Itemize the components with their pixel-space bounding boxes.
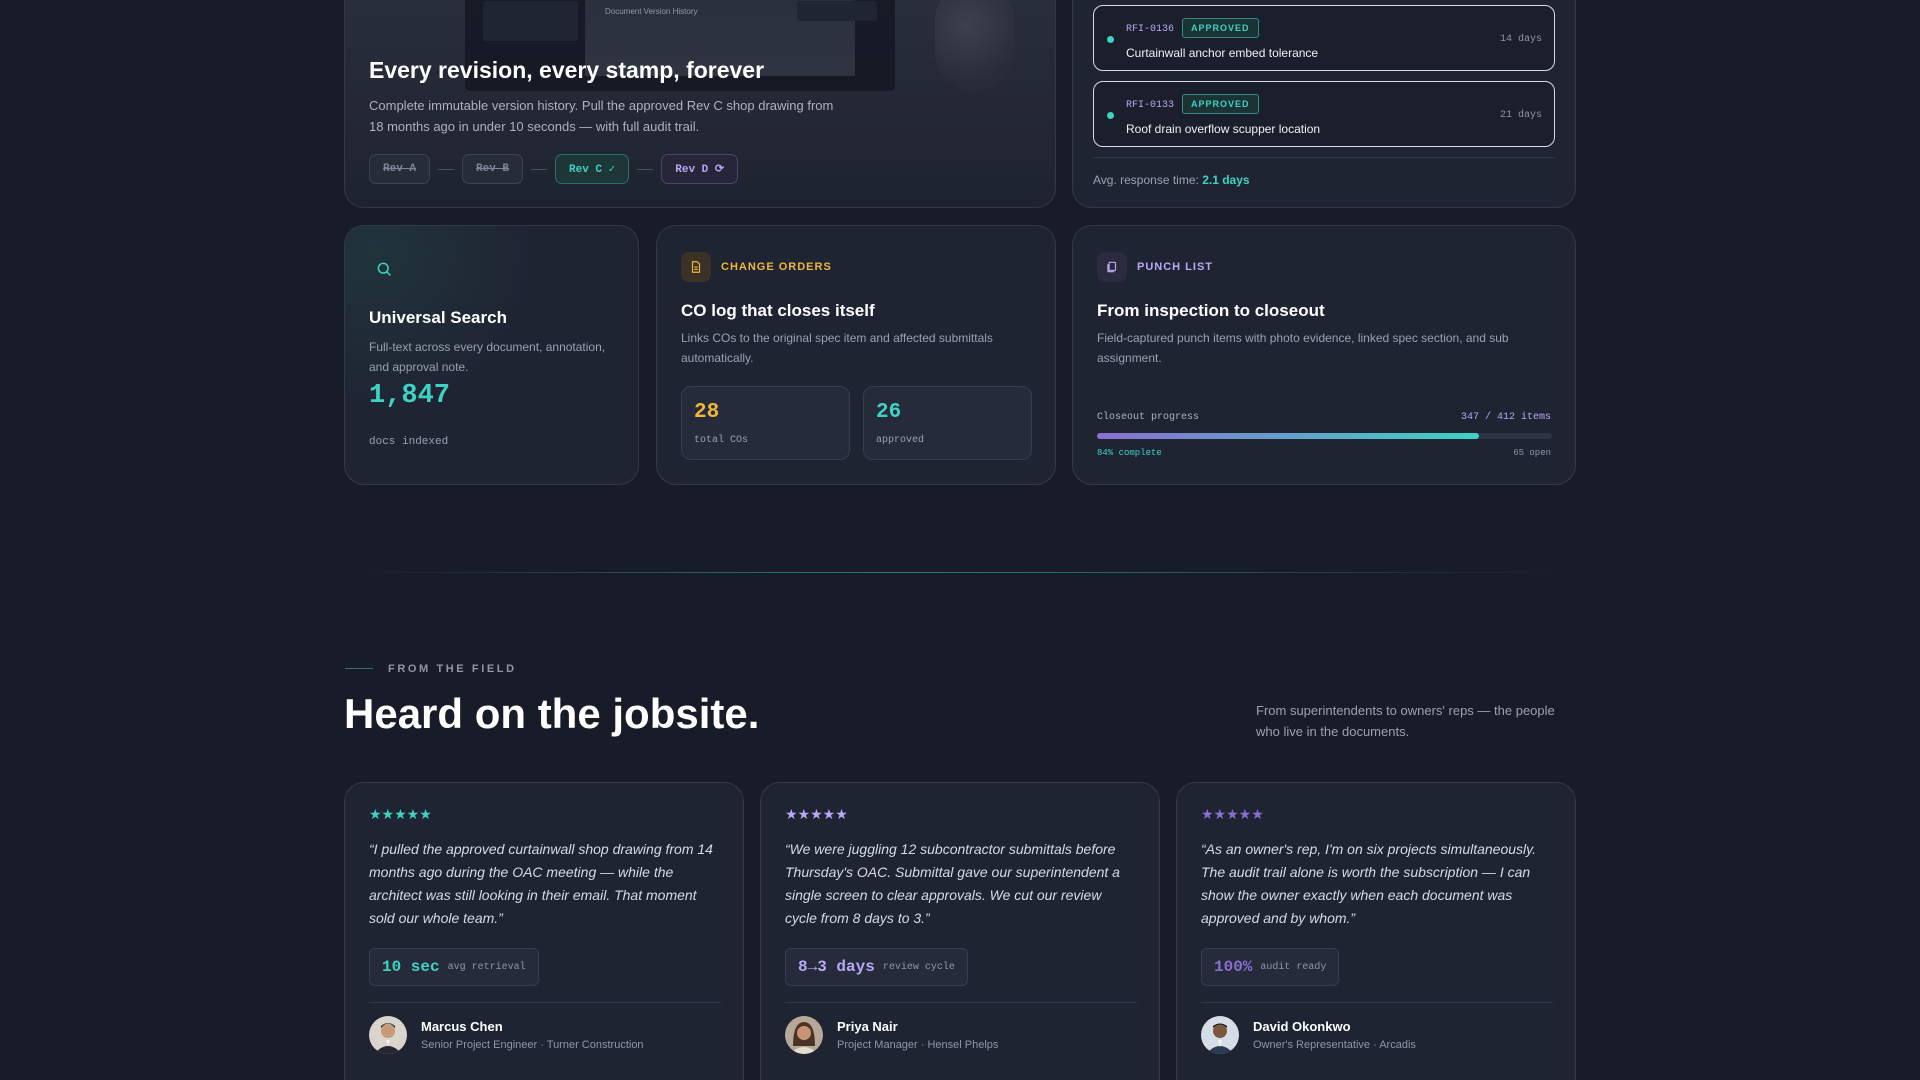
testimonial-card: ★★★★★ “I pulled the approved curtainwall…: [344, 782, 744, 1080]
revision-connector: [531, 168, 548, 170]
metric-label: audit ready: [1260, 961, 1327, 973]
divider: [1201, 1002, 1553, 1003]
coffee-cup-image: [935, 0, 1015, 91]
status-badge: APPROVED: [1182, 18, 1259, 38]
metric-label: avg retrieval: [447, 961, 526, 973]
rfi-age: 14 days: [1499, 34, 1542, 45]
metric-value: 8→3 days: [798, 958, 875, 976]
testimonial-quote: “I pulled the approved curtainwall shop …: [369, 841, 713, 926]
document-icon: [681, 252, 711, 282]
avg-response-label: Avg. response time:: [1093, 173, 1199, 187]
status-dot: [1107, 112, 1114, 119]
person-role: Project Manager · Hensel Phelps: [837, 1039, 999, 1051]
section-title: Heard on the jobsite.: [344, 690, 760, 737]
screen-title: Document Version History: [605, 7, 698, 16]
status-dot: [1107, 36, 1114, 43]
screen-sidebar: [483, 1, 578, 41]
card-tag: PUNCH LIST: [1137, 261, 1213, 273]
progress-label: Closeout progress: [1097, 412, 1200, 423]
change-orders-card: CHANGE ORDERS CO log that closes itself …: [656, 225, 1056, 485]
person-name: David Okonkwo: [1253, 1019, 1351, 1034]
avatar: [785, 1016, 823, 1054]
avg-response-value: 2.1 days: [1202, 173, 1250, 187]
status-badge: APPROVED: [1182, 94, 1259, 114]
revision-chip-b[interactable]: Rev B: [462, 154, 524, 184]
metric-badge: 10 sec avg retrieval: [369, 948, 539, 986]
progress-percent: 84% complete: [1097, 448, 1162, 458]
rfi-subject: Roof drain overflow scupper location: [1126, 122, 1321, 136]
avatar: [1201, 1016, 1239, 1054]
star-rating: ★★★★★: [785, 807, 848, 821]
progress-fill: [1097, 433, 1480, 439]
revision-timeline: Rev A Rev B Rev C ✓ Rev D ⟳: [369, 154, 739, 184]
eyebrow-line: [345, 668, 373, 669]
closeout-progress-bar: [1097, 433, 1552, 439]
docs-indexed-label: docs indexed: [369, 436, 449, 448]
stat-label: total COs: [694, 435, 749, 446]
card-title: Universal Search: [369, 308, 507, 327]
metric-badge: 100% audit ready: [1201, 948, 1340, 986]
divider: [785, 1002, 1137, 1003]
rfi-age: 21 days: [1499, 110, 1542, 121]
metric-value: 100%: [1214, 958, 1253, 976]
punch-list-card: PUNCH LIST From inspection to closeout F…: [1072, 225, 1576, 485]
star-icons: ★★★★★: [369, 806, 432, 822]
revision-chip-d[interactable]: Rev D ⟳: [661, 154, 739, 184]
search-icon: [367, 252, 401, 286]
star-rating: ★★★★★: [369, 807, 432, 821]
clipboard-icon: [1097, 252, 1127, 282]
person-name: Marcus Chen: [421, 1019, 503, 1034]
revision-connector: [637, 168, 654, 170]
revision-connector: [438, 168, 455, 170]
card-title: CO log that closes itself: [681, 301, 875, 320]
rfi-id: RFI-0133: [1126, 100, 1175, 111]
hero-description: Complete immutable version history. Pull…: [369, 98, 834, 134]
stat-label: approved: [876, 435, 925, 446]
revision-chip-a[interactable]: Rev A: [369, 154, 431, 184]
hero-title: Every revision, every stamp, forever: [369, 57, 765, 83]
revision-chip-c[interactable]: Rev C ✓: [555, 154, 630, 184]
rfi-item[interactable]: RFI-0133 APPROVED Roof drain overflow sc…: [1093, 81, 1555, 147]
card-description: Full-text across every document, annotat…: [369, 340, 606, 374]
testimonial-card: ★★★★★ “As an owner's rep, I'm on six pro…: [1176, 782, 1576, 1080]
stat-approved: 26 approved: [863, 386, 1032, 460]
docs-indexed-count: 1,847: [369, 381, 451, 411]
card-title: From inspection to closeout: [1097, 301, 1325, 320]
testimonial-card: ★★★★★ “We were juggling 12 subcontractor…: [760, 782, 1160, 1080]
open-items: 65 open: [1513, 448, 1551, 458]
version-history-card: Document Version History Every revision,…: [344, 0, 1056, 208]
testimonial-quote: “We were juggling 12 subcontractor submi…: [785, 841, 1120, 926]
universal-search-card: Universal Search Full-text across every …: [344, 225, 639, 485]
divider: [1093, 157, 1555, 158]
star-rating: ★★★★★: [1201, 807, 1264, 821]
person-role: Senior Project Engineer · Turner Constru…: [421, 1039, 644, 1051]
avg-response-time: Avg. response time: 2.1 days: [1093, 173, 1250, 187]
card-description: Links COs to the original spec item and …: [681, 331, 993, 365]
person-role: Owner's Representative · Arcadis: [1253, 1039, 1416, 1051]
rfi-item[interactable]: RFI-0136 APPROVED Curtainwall anchor emb…: [1093, 5, 1555, 71]
card-tag: CHANGE ORDERS: [721, 261, 832, 273]
rfi-card: RFI-0136 APPROVED Curtainwall anchor emb…: [1072, 0, 1576, 208]
screen-panel: [797, 1, 877, 21]
avatar: [369, 1016, 407, 1054]
rfi-id: RFI-0136: [1126, 24, 1175, 35]
progress-count: 347 / 412 items: [1460, 412, 1551, 423]
stat-total-cos: 28 total COs: [681, 386, 850, 460]
star-icons: ★★★★★: [1201, 806, 1264, 822]
star-icons: ★★★★★: [785, 806, 848, 822]
section-divider: [360, 572, 1560, 573]
stat-value: 26: [876, 401, 902, 424]
metric-value: 10 sec: [382, 958, 440, 976]
testimonial-quote: “As an owner's rep, I'm on six projects …: [1201, 841, 1536, 926]
section-eyebrow: FROM THE FIELD: [388, 663, 517, 675]
stat-value: 28: [694, 401, 720, 424]
metric-label: review cycle: [882, 961, 955, 973]
divider: [369, 1002, 721, 1003]
card-description: Field-captured punch items with photo ev…: [1097, 331, 1509, 365]
metric-badge: 8→3 days review cycle: [785, 948, 968, 986]
person-name: Priya Nair: [837, 1019, 898, 1034]
rfi-subject: Curtainwall anchor embed tolerance: [1126, 46, 1319, 60]
section-aside: From superintendents to owners' reps — t…: [1256, 703, 1555, 739]
